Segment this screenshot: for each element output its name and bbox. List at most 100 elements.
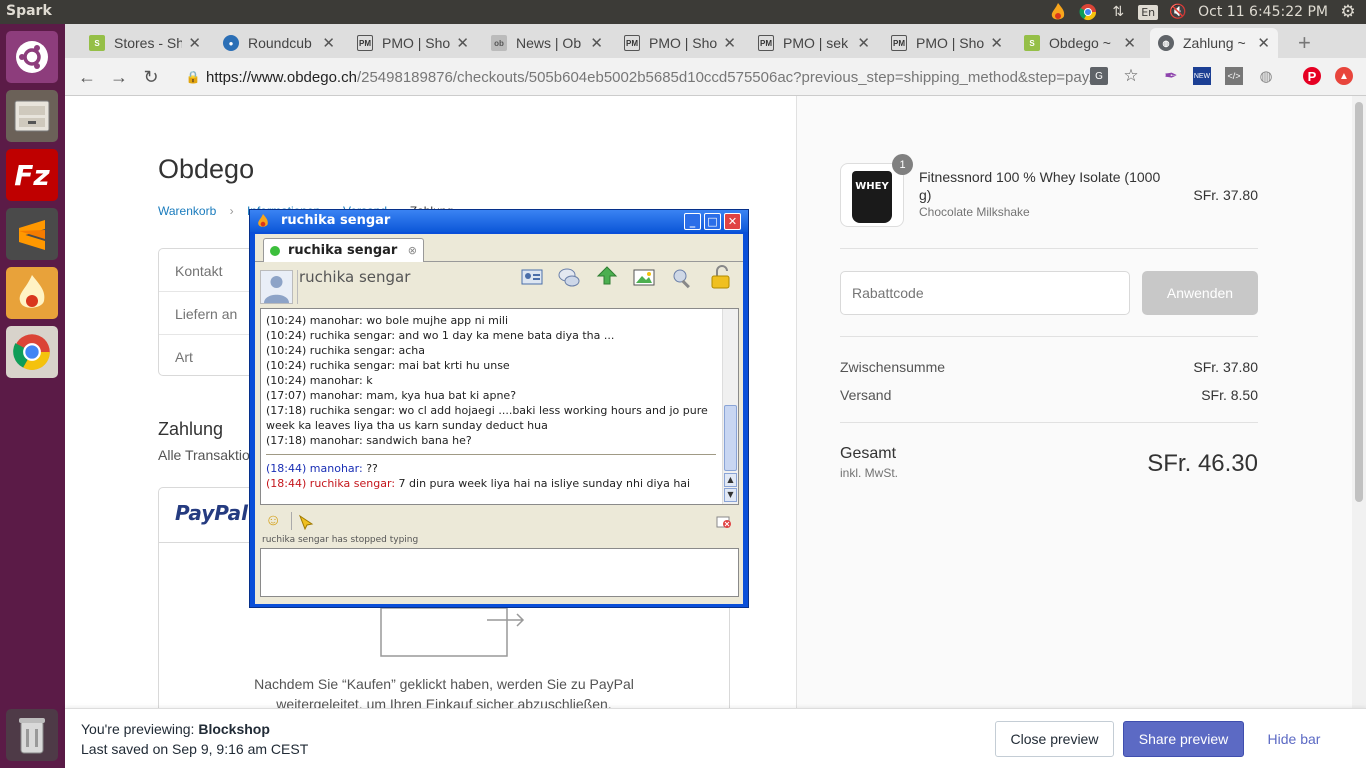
close-preview-button[interactable]: Close preview — [995, 721, 1114, 757]
translate-icon[interactable]: G — [1090, 67, 1108, 85]
conversation-tab[interactable]: ruchika sengar ⊗ — [263, 238, 424, 262]
bookmark-star-icon[interactable]: ☆ — [1122, 66, 1140, 85]
screenshot-icon[interactable] — [633, 268, 655, 288]
address-bar[interactable]: https://www.obdego.ch/25498189876/checko… — [206, 66, 1106, 88]
browser-tab[interactable]: PM PMO | Sho ✕ — [349, 28, 477, 58]
browser-tab[interactable]: PM PMO | Sho ✕ — [616, 28, 744, 58]
chat-message-recent: (18:44) ruchika sengar: 7 din pura week … — [266, 477, 691, 490]
lock-icon[interactable]: 🔒 — [182, 66, 204, 88]
browser-tab-active[interactable]: ◍ Zahlung ~ ✕ — [1150, 28, 1278, 58]
share-preview-button[interactable]: Share preview — [1123, 721, 1244, 757]
chat-message: (10:24) ruchika sengar: mai bat krti hu … — [266, 359, 510, 372]
send-file-icon[interactable] — [596, 266, 618, 288]
clock[interactable]: Oct 11 6:45:22 PM — [1198, 4, 1328, 20]
clear-chat-icon[interactable] — [716, 515, 732, 532]
keyboard-language-indicator[interactable]: En — [1138, 4, 1159, 20]
system-tray: ⇅ En 🔇 Oct 11 6:45:22 PM ⚙ — [1048, 0, 1358, 24]
close-tab-icon[interactable]: ✕ — [1257, 34, 1270, 52]
close-tab-icon[interactable]: ✕ — [857, 34, 870, 52]
chat-message: (17:18) manohar: sandwich bana he? — [266, 434, 472, 447]
close-tab-icon[interactable]: ✕ — [990, 34, 1003, 52]
total-value: SFr. 46.30 — [1147, 450, 1258, 477]
contact-name: ruchika sengar — [299, 268, 411, 286]
settings-icon[interactable] — [671, 267, 693, 289]
browser-tab[interactable]: S Stores - Sh ✕ — [81, 28, 209, 58]
globe-icon: ◍ — [1158, 35, 1174, 51]
nudge-icon[interactable] — [298, 514, 314, 533]
payment-heading: Zahlung — [158, 419, 224, 439]
pinterest-icon[interactable]: P — [1303, 67, 1321, 85]
breadcrumb-cart-link[interactable]: Warenkorb — [158, 204, 216, 218]
close-tab-icon[interactable]: ⊗ — [408, 244, 417, 257]
network-icon[interactable]: ⇅ — [1108, 2, 1128, 22]
code-extension-icon[interactable]: </> — [1225, 67, 1243, 85]
trash-icon[interactable] — [6, 709, 58, 761]
shipping-value: SFr. 8.50 — [1201, 387, 1258, 403]
close-tab-icon[interactable]: ✕ — [188, 34, 201, 52]
maximize-button[interactable]: □ — [704, 213, 721, 230]
close-tab-icon[interactable]: ✕ — [723, 34, 736, 52]
message-input[interactable] — [260, 548, 739, 597]
chat-titlebar[interactable]: ruchika sengar _ □ ✕ — [250, 210, 748, 232]
spark-tray-icon[interactable] — [1048, 2, 1068, 22]
browser-tab[interactable]: PM PMO | sek ✕ — [750, 28, 878, 58]
back-icon[interactable]: ← — [76, 66, 98, 88]
unity-launcher: Fz — [0, 24, 65, 768]
close-window-button[interactable]: ✕ — [724, 213, 741, 230]
close-tab-icon[interactable]: ✕ — [456, 34, 469, 52]
discount-code-input[interactable] — [840, 271, 1130, 315]
tax-note: inkl. MwSt. — [840, 466, 899, 480]
new-tab-button[interactable]: + — [1290, 28, 1320, 58]
close-tab-icon[interactable]: ✕ — [590, 34, 603, 52]
gear-icon[interactable]: ⚙ — [1338, 2, 1358, 22]
subtotal-label: Zwischensumme — [840, 359, 946, 375]
chat-window: ruchika sengar _ □ ✕ ruchika sengar ⊗ ru… — [249, 209, 749, 608]
transcript-scrollbar[interactable]: ▲ ▼ — [722, 309, 738, 504]
chat-window-title: ruchika sengar — [281, 213, 391, 228]
globe-extension-icon[interactable]: ◍ — [1257, 67, 1275, 85]
extension-alert-icon[interactable]: ▲ — [1335, 67, 1353, 85]
browser-tab[interactable]: ob News | Ob ✕ — [483, 28, 611, 58]
browser-tab[interactable]: ● Roundcub ✕ — [215, 28, 343, 58]
emoticon-icon[interactable]: ☺ — [265, 512, 281, 530]
theme-preview-bar: You're previewing: Blockshop Last saved … — [65, 708, 1366, 768]
browser-tab[interactable]: S Obdego ~ ✕ — [1016, 28, 1144, 58]
filezilla-icon[interactable]: Fz — [6, 149, 58, 201]
group-chat-icon[interactable] — [558, 267, 580, 289]
close-tab-icon[interactable]: ✕ — [322, 34, 335, 52]
apply-discount-button[interactable]: Anwenden — [1142, 271, 1258, 315]
new-extension-icon[interactable]: NEW — [1193, 67, 1211, 85]
close-tab-icon[interactable]: ✕ — [1123, 34, 1136, 52]
scroll-down-arrow-icon[interactable]: ▼ — [724, 488, 737, 502]
chrome-icon[interactable] — [6, 326, 58, 378]
chat-message: (10:24) ruchika sengar: acha — [266, 344, 426, 357]
forward-icon[interactable]: → — [108, 66, 130, 88]
files-icon[interactable] — [6, 90, 58, 142]
spark-icon[interactable] — [6, 267, 58, 319]
total-label: Gesamt — [840, 445, 897, 462]
contact-avatar — [260, 270, 293, 304]
store-name[interactable]: Obdego — [158, 154, 254, 185]
hide-bar-link[interactable]: Hide bar — [1259, 721, 1329, 757]
news-icon: ob — [491, 35, 507, 51]
ubuntu-dash-icon[interactable] — [6, 31, 58, 83]
reload-icon[interactable]: ↻ — [140, 66, 162, 88]
browser-toolbar: ← → ↻ 🔒 https://www.obdego.ch/2549818987… — [65, 58, 1366, 96]
review-ship-to-label: Liefern an — [175, 306, 238, 322]
product-image: WHEY — [852, 171, 892, 223]
page-scrollbar[interactable] — [1352, 96, 1366, 768]
order-summary: WHEY 1 Fitnessnord 100 % Whey Isolate (1… — [796, 96, 1366, 768]
feather-extension-icon[interactable]: ✒ — [1162, 67, 1180, 85]
volume-muted-icon[interactable]: 🔇 — [1168, 2, 1188, 22]
sublime-text-icon[interactable] — [6, 208, 58, 260]
scroll-up-arrow-icon[interactable]: ▲ — [724, 473, 737, 487]
preview-theme-name: Blockshop — [198, 721, 270, 737]
minimize-button[interactable]: _ — [684, 213, 701, 230]
pmo-icon: PM — [357, 35, 373, 51]
chrome-tray-icon[interactable] — [1078, 2, 1098, 22]
message-transcript[interactable]: (10:24) manohar: wo bole mujhe app ni mi… — [260, 308, 739, 505]
browser-tab[interactable]: PM PMO | Sho ✕ — [883, 28, 1011, 58]
contact-card-icon[interactable] — [521, 267, 543, 287]
unlocked-icon[interactable] — [709, 265, 733, 289]
quantity-badge: 1 — [892, 154, 913, 175]
